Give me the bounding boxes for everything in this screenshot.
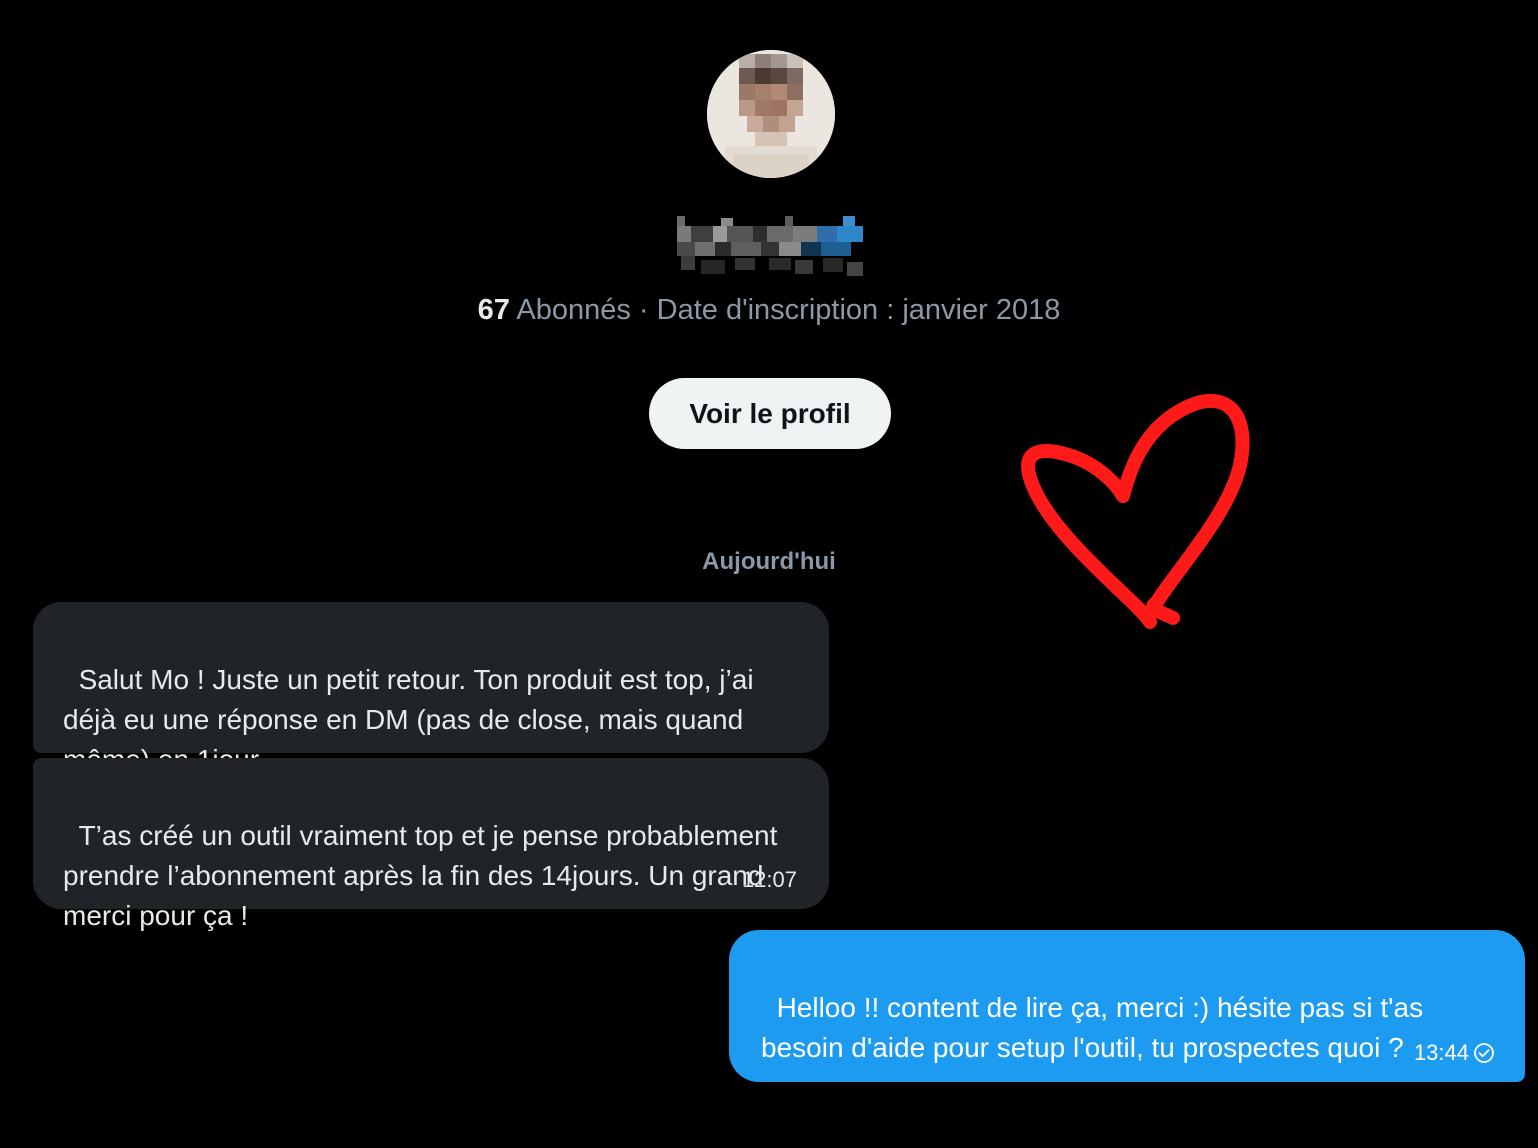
message-timestamp: 13:44 [1413,1040,1469,1065]
avatar[interactable] [707,50,835,178]
message-timestamp: 12:07 [741,867,797,892]
pixelated-avatar-image [707,50,835,178]
message-text: Helloo !! content de lire ça, merci :) h… [761,992,1431,1063]
display-name-redacted[interactable] [665,212,875,284]
check-circle-icon [1474,1043,1494,1063]
message-text: T’as créé un outil vraiment top et je pe… [63,820,786,931]
profile-meta-text: Abonnés · Date d'inscription : janvier 2… [509,294,1061,326]
message-bubble-incoming[interactable]: Salut Mo ! Juste un petit retour. Ton pr… [33,602,829,775]
day-separator: Aujourd'hui [702,548,836,575]
message-bubble-incoming[interactable]: T’as créé un outil vraiment top et je pe… [33,758,829,931]
heart-annotation [1015,390,1265,640]
hand-drawn-heart-icon [1021,393,1250,629]
view-profile-button[interactable]: Voir le profil [649,378,891,449]
followers-count[interactable]: 67 [478,294,510,326]
pixelated-name-image [677,216,863,276]
message-bubble-outgoing[interactable]: Helloo !! content de lire ça, merci :) h… [729,930,1525,1082]
profile-stats: 67 Abonnés · Date d'inscription : janvie… [0,290,1538,330]
